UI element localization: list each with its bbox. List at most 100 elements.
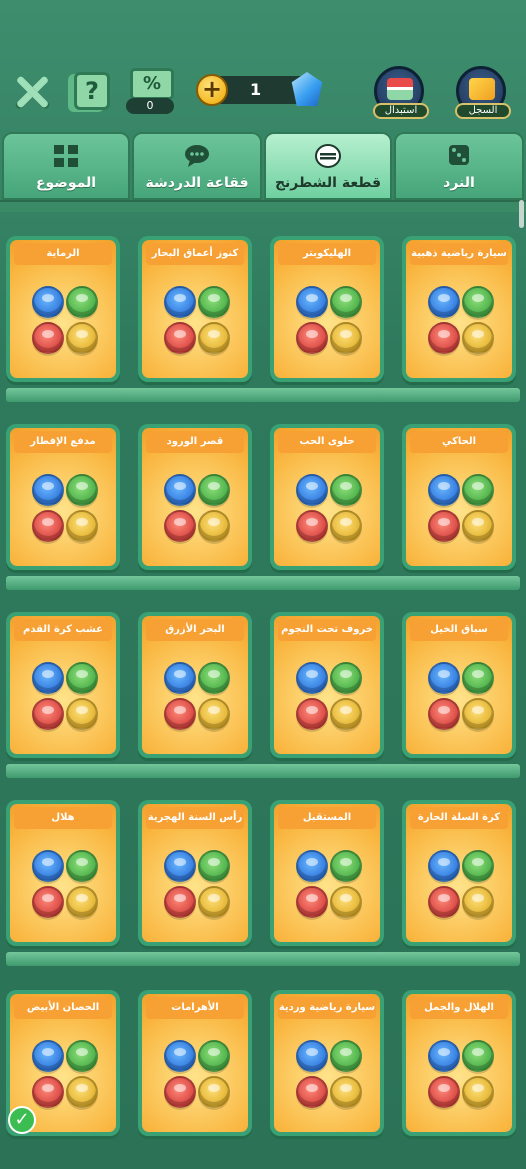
piece-card[interactable]: الحاكي — [402, 424, 516, 570]
piece-card-inner: سيارة رياضية ذهبية — [406, 240, 512, 378]
piece-icon — [32, 662, 64, 694]
add-currency-button[interactable]: + — [196, 74, 228, 106]
piece-icon — [66, 850, 98, 882]
piece-icon — [66, 474, 98, 506]
close-icon[interactable] — [14, 74, 50, 110]
tab-dice-label: النرد — [443, 175, 475, 191]
tab-chat-bubble[interactable]: فقاعة الدردشة — [132, 132, 262, 200]
piece-card-title: البحر الأزرق — [146, 619, 244, 641]
piece-icon — [32, 286, 64, 318]
piece-icon — [198, 510, 230, 542]
piece-card-title: عشب كرة القدم — [14, 619, 112, 641]
piece-card[interactable]: هلال — [6, 800, 120, 946]
piece-card-inner: خروف تحت النجوم — [274, 616, 380, 754]
piece-card[interactable]: الأهرامات — [138, 990, 252, 1136]
top-bar: ? % 0 + 1 استبدال السجل — [0, 0, 526, 130]
piece-card-title: رأس السنة الهجرية — [146, 807, 244, 829]
piece-card[interactable]: سيارة رياضية ذهبية — [402, 236, 516, 382]
piece-icon — [164, 662, 196, 694]
piece-icon — [66, 510, 98, 542]
piece-card[interactable]: كرة السلة الحارة — [402, 800, 516, 946]
piece-card-title: حلوى الحب — [278, 431, 376, 453]
piece-icon — [66, 322, 98, 354]
piece-card-title: الحاكي — [410, 431, 508, 453]
shop-icon — [387, 78, 413, 100]
help-button[interactable]: ? — [74, 72, 110, 110]
piece-icon — [462, 886, 494, 918]
piece-icon — [296, 510, 328, 542]
piece-icon — [198, 698, 230, 730]
piece-icon — [428, 698, 460, 730]
discount-ticket-icon[interactable]: % — [130, 68, 174, 100]
piece-icon — [428, 662, 460, 694]
piece-card-inner: مدفع الإفطار — [10, 428, 116, 566]
scrollbar[interactable] — [519, 200, 524, 228]
piece-card-title: الهلال والجمل — [410, 997, 508, 1019]
piece-card-inner: سيارة رياضية وردية — [274, 994, 380, 1132]
selected-check-icon: ✓ — [8, 1106, 36, 1134]
piece-icon — [296, 698, 328, 730]
tab-chess-piece[interactable]: قطعة الشطرنج — [264, 132, 392, 200]
piece-icon — [296, 850, 328, 882]
piece-icon — [428, 286, 460, 318]
piece-icon — [32, 322, 64, 354]
piece-icon — [66, 1040, 98, 1072]
piece-card-inner: الحاكي — [406, 428, 512, 566]
tab-dice[interactable]: النرد — [394, 132, 524, 200]
piece-icon — [428, 474, 460, 506]
piece-icon — [330, 662, 362, 694]
piece-card-title: سباق الخيل — [410, 619, 508, 641]
piece-card-title: الهليكوبتر — [278, 243, 376, 265]
exchange-label: استبدال — [373, 103, 429, 119]
piece-card[interactable]: البحر الأزرق — [138, 612, 252, 758]
piece-card[interactable]: قصر الورود — [138, 424, 252, 570]
piece-icon — [315, 144, 341, 168]
chat-bubble-icon — [185, 145, 209, 167]
piece-card-inner: الهليكوبتر — [274, 240, 380, 378]
piece-card[interactable]: سباق الخيل — [402, 612, 516, 758]
piece-card[interactable]: خروف تحت النجوم — [270, 612, 384, 758]
piece-icon — [428, 1076, 460, 1108]
tabs-underline — [0, 200, 526, 212]
piece-icon — [428, 510, 460, 542]
piece-card-title: سيارة رياضية ذهبية — [410, 243, 508, 265]
tab-theme[interactable]: الموضوع — [2, 132, 130, 200]
piece-card[interactable]: الرماية — [6, 236, 120, 382]
piece-icon — [198, 474, 230, 506]
piece-icon — [66, 1076, 98, 1108]
piece-icon — [198, 662, 230, 694]
tab-chat-bubble-label: فقاعة الدردشة — [145, 175, 249, 191]
piece-icon — [198, 850, 230, 882]
piece-icon — [66, 286, 98, 318]
category-tabs: الموضوع فقاعة الدردشة قطعة الشطرنج النرد — [0, 132, 526, 202]
piece-icon — [428, 886, 460, 918]
piece-card-title: قصر الورود — [146, 431, 244, 453]
piece-card-inner: كرة السلة الحارة — [406, 804, 512, 942]
piece-icon — [462, 698, 494, 730]
piece-card[interactable]: كنوز أعماق البحار — [138, 236, 252, 382]
piece-card[interactable]: الهليكوبتر — [270, 236, 384, 382]
piece-card[interactable]: الهلال والجمل — [402, 990, 516, 1136]
piece-card-title: الأهرامات — [146, 997, 244, 1019]
exchange-shop-button[interactable]: استبدال — [373, 66, 429, 119]
piece-card[interactable]: عشب كرة القدم — [6, 612, 120, 758]
piece-card[interactable]: رأس السنة الهجرية — [138, 800, 252, 946]
piece-icon — [296, 1076, 328, 1108]
piece-card-inner: سباق الخيل — [406, 616, 512, 754]
currency-value: 1 — [250, 80, 262, 99]
tab-chess-piece-label: قطعة الشطرنج — [274, 175, 382, 191]
piece-card[interactable]: حلوى الحب — [270, 424, 384, 570]
piece-card[interactable]: مدفع الإفطار — [6, 424, 120, 570]
piece-icon — [296, 886, 328, 918]
piece-card-inner: الهلال والجمل — [406, 994, 512, 1132]
piece-card[interactable]: سيارة رياضية وردية — [270, 990, 384, 1136]
piece-icon — [428, 322, 460, 354]
log-button[interactable]: السجل — [455, 66, 511, 119]
puzzle-icon — [469, 78, 495, 100]
piece-card[interactable]: المستقبل — [270, 800, 384, 946]
tab-theme-label: الموضوع — [35, 175, 97, 191]
piece-icon — [32, 1076, 64, 1108]
piece-icon — [462, 1076, 494, 1108]
piece-icon — [66, 698, 98, 730]
piece-icon — [198, 886, 230, 918]
